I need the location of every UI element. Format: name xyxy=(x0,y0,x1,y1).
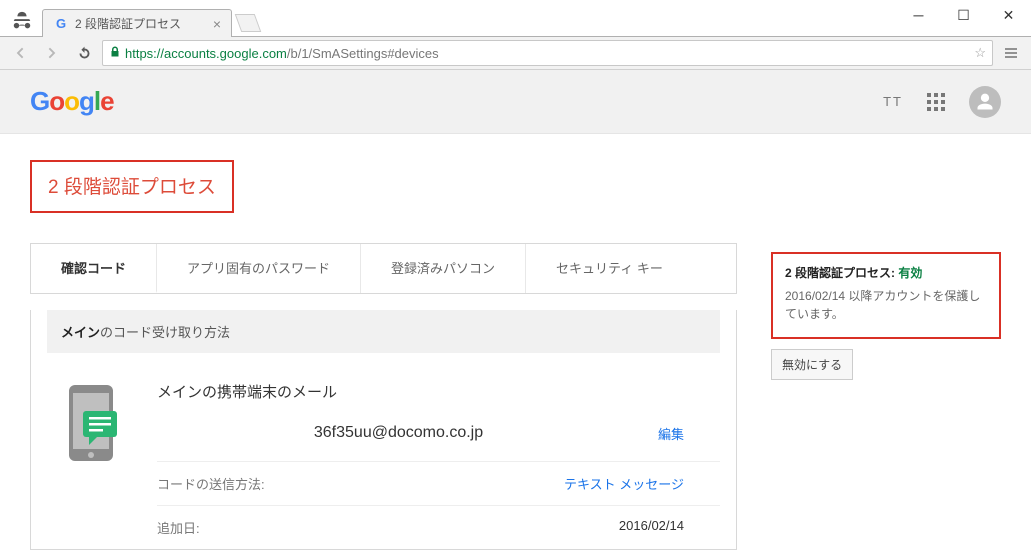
browser-tabstrip: G 2 段階認証プロセス × xyxy=(0,0,1031,36)
browser-toolbar: https://accounts.google.com/b/1/SmASetti… xyxy=(0,36,1031,70)
url-host: https://accounts.google.com xyxy=(125,46,287,61)
new-tab-button[interactable] xyxy=(235,14,262,32)
phone-sms-icon xyxy=(47,373,137,549)
status-enabled-word: 有効 xyxy=(898,266,922,280)
settings-tabs: 確認コード アプリ固有のパスワード 登録済みパソコン セキュリティ キー xyxy=(30,243,737,294)
added-date-label: 追加日: xyxy=(157,518,327,537)
disable-button[interactable]: 無効にする xyxy=(771,349,853,380)
address-bar[interactable]: https://accounts.google.com/b/1/SmASetti… xyxy=(102,40,993,66)
google-logo[interactable]: Google xyxy=(30,86,114,117)
primary-email-value: 36f35uu@docomo.co.jp xyxy=(157,424,640,443)
added-date-value: 2016/02/14 xyxy=(327,518,720,537)
page-title: 2 段階認証プロセス xyxy=(30,160,234,213)
tab-app-passwords[interactable]: アプリ固有のパスワード xyxy=(157,244,361,293)
codes-panel: メインのコード受け取り方法 メインの携帯端末の xyxy=(30,310,737,550)
send-method-value[interactable]: テキスト メッセージ xyxy=(327,474,720,493)
apps-grid-icon[interactable] xyxy=(927,93,945,111)
status-box: 2 段階認証プロセス: 有効 2016/02/14 以降アカウントを保護していま… xyxy=(771,252,1001,339)
tab-favicon: G xyxy=(53,16,69,32)
status-since-text: 2016/02/14 以降アカウントを保護しています。 xyxy=(785,287,987,323)
device-section-title: メインの携帯端末のメール xyxy=(157,373,720,420)
incognito-icon xyxy=(10,9,34,33)
url-path: /b/1/SmASettings#devices xyxy=(287,46,439,61)
tab-security-key[interactable]: セキュリティ キー xyxy=(526,244,693,293)
status-title: 2 段階認証プロセス: xyxy=(785,266,898,280)
nav-back-button[interactable] xyxy=(6,39,34,67)
browser-tab[interactable]: G 2 段階認証プロセス × xyxy=(42,9,232,37)
page-content: 2 段階認証プロセス 確認コード アプリ固有のパスワード 登録済みパソコン セキ… xyxy=(0,134,1031,550)
tab-title: 2 段階認証プロセス xyxy=(75,15,181,32)
window-maximize[interactable]: ☐ xyxy=(941,0,986,30)
panel-header-rest: のコード受け取り方法 xyxy=(100,325,230,340)
account-avatar[interactable] xyxy=(969,86,1001,118)
tt-label[interactable]: TT xyxy=(883,94,903,109)
panel-header-bold: メイン xyxy=(61,325,100,340)
panel-header: メインのコード受け取り方法 xyxy=(47,310,720,353)
nav-forward-button[interactable] xyxy=(38,39,66,67)
bookmark-star-icon[interactable]: ☆ xyxy=(974,45,986,61)
google-appbar: Google TT xyxy=(0,70,1031,134)
window-minimize[interactable]: ─ xyxy=(896,0,941,30)
nav-reload-button[interactable] xyxy=(70,39,98,67)
send-method-label: コードの送信方法: xyxy=(157,474,327,493)
tab-registered-pcs[interactable]: 登録済みパソコン xyxy=(361,244,526,293)
chrome-menu-button[interactable] xyxy=(997,45,1025,61)
window-close[interactable]: ✕ xyxy=(986,0,1031,30)
tab-close-icon[interactable]: × xyxy=(203,16,221,32)
edit-email-link[interactable]: 編集 xyxy=(640,424,720,443)
lock-icon xyxy=(109,46,121,61)
tab-codes[interactable]: 確認コード xyxy=(31,244,157,293)
